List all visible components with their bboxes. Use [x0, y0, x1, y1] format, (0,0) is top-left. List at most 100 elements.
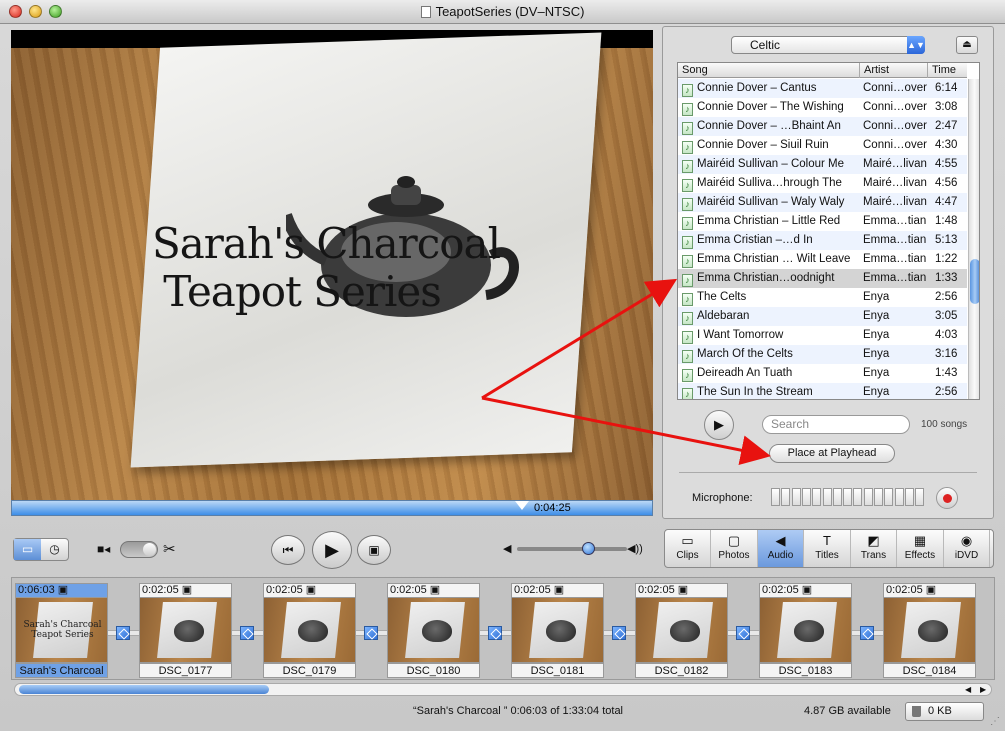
- audio-source-popup[interactable]: Celtic ▲▼: [731, 36, 925, 54]
- titles-icon: T: [823, 533, 831, 548]
- pane-button-trans[interactable]: ◩ Trans: [851, 530, 897, 567]
- scroll-right-arrow-icon[interactable]: ▶: [980, 684, 986, 695]
- camera-edit-mode-switch[interactable]: [120, 541, 158, 558]
- pane-button-label: Trans: [860, 550, 887, 561]
- column-song[interactable]: Song: [678, 63, 860, 78]
- camera-icon: ▣: [429, 584, 441, 596]
- pane-button-photos[interactable]: ▢ Photos: [712, 530, 758, 567]
- clip[interactable]: 0:02:05 ▣ DSC_0182: [635, 583, 728, 678]
- clip[interactable]: 0:06:03 ▣ Sarah's Charcoal Teapot Series S…: [15, 583, 108, 678]
- camera-icon: ▣: [925, 584, 937, 596]
- column-artist[interactable]: Artist: [860, 63, 928, 78]
- song-row[interactable]: ♪ Connie Dover – The Wishing Conni…over 3:0…: [678, 98, 967, 117]
- pane-button-clips[interactable]: ▭ Clips: [665, 530, 711, 567]
- music-note-icon: ♪: [682, 312, 693, 325]
- meter-segment: [771, 488, 780, 506]
- clip-name: DSC_0184: [883, 663, 976, 678]
- music-note-icon: ♪: [682, 350, 693, 363]
- clip-scroll-thumb[interactable]: [19, 685, 269, 694]
- resize-grip-icon[interactable]: ⋰: [990, 716, 1000, 727]
- timeline-view-button[interactable]: ◷: [41, 539, 68, 560]
- clip-duration: 0:02:05 ▣: [759, 583, 852, 597]
- title-line-1: Sarah's Charcoal: [151, 219, 501, 268]
- song-time: 2:56: [935, 386, 958, 398]
- transition-icon[interactable]: [364, 626, 378, 640]
- song-row[interactable]: ♪ Connie Dover – …Bhaint An Conni…over 2:47: [678, 117, 967, 136]
- clip-viewer[interactable]: 0:06:03 ▣ Sarah's Charcoal Teapot Series S…: [11, 577, 995, 680]
- clip[interactable]: 0:02:05 ▣ DSC_0181: [511, 583, 604, 678]
- song-row[interactable]: ♪ Connie Dover – Siuil Ruin Conni…over 4:30: [678, 136, 967, 155]
- song-row[interactable]: ♪ Mairéid Sullivan – Colour Me Mairé…livan…: [678, 155, 967, 174]
- fullscreen-play-icon: ▣: [368, 543, 380, 557]
- clip[interactable]: 0:02:05 ▣ DSC_0180: [387, 583, 480, 678]
- transition-icon[interactable]: [116, 626, 130, 640]
- song-artist: Emma…tian: [863, 253, 927, 265]
- clip[interactable]: 0:02:05 ▣ DSC_0184: [883, 583, 976, 678]
- clip-duration: 0:02:05 ▣: [139, 583, 232, 597]
- song-list-scrollbar[interactable]: [968, 79, 979, 399]
- song-row[interactable]: ♪ Emma Christian…oodnight Emma…tian 1:33: [678, 269, 967, 288]
- song-row[interactable]: ♪ Mairéid Sullivan – Waly Waly Mairé…livan…: [678, 193, 967, 212]
- preview-play-button[interactable]: ▶: [704, 410, 734, 440]
- play-fullscreen-button[interactable]: ▣: [357, 535, 391, 565]
- clip[interactable]: 0:02:05 ▣ DSC_0183: [759, 583, 852, 678]
- music-note-icon: ♪: [682, 217, 693, 230]
- transition-icon[interactable]: [612, 626, 626, 640]
- record-button[interactable]: [936, 487, 958, 509]
- song-row[interactable]: ♪ Emma Christian … Wilt Leave Emma…tian 1:2…: [678, 250, 967, 269]
- trash-size: 0 KB: [928, 705, 952, 717]
- volume-slider[interactable]: [517, 547, 627, 551]
- clip[interactable]: 0:02:05 ▣ DSC_0177: [139, 583, 232, 678]
- song-row[interactable]: ♪ I Want Tomorrow Enya 4:03: [678, 326, 967, 345]
- song-list[interactable]: Song Artist Time ♪ Connie Dover – Cantus C…: [677, 62, 980, 400]
- song-row[interactable]: ♪ Connie Dover – Cantus Conni…over 6:14: [678, 79, 967, 98]
- transitions-icon: ◩: [867, 533, 880, 548]
- song-time: 1:33: [935, 272, 958, 284]
- song-row[interactable]: ♪ Emma Cristian –…d In Emma…tian 5:13: [678, 231, 967, 250]
- eject-button[interactable]: ⏏: [956, 36, 978, 54]
- transition-icon[interactable]: [736, 626, 750, 640]
- meter-segment: [791, 488, 801, 506]
- song-row[interactable]: ♪ Aldebaran Enya 3:05: [678, 307, 967, 326]
- music-note-icon: ♪: [682, 84, 693, 97]
- song-title: ♪ Connie Dover – Siuil Ruin: [682, 136, 860, 155]
- trash-button[interactable]: 0 KB: [905, 702, 984, 721]
- pane-button-effects[interactable]: ▦ Effects: [898, 530, 944, 567]
- photos-icon: ▢: [727, 533, 741, 548]
- clip-duration: 0:02:05 ▣: [511, 583, 604, 597]
- pane-button-titles[interactable]: T Titles: [805, 530, 851, 567]
- song-row[interactable]: ♪ Emma Christian – Little Red Emma…tian 1:4…: [678, 212, 967, 231]
- volume-slider-knob[interactable]: [582, 542, 595, 555]
- rewind-button[interactable]: ⏮: [271, 535, 305, 565]
- pane-button-idvd[interactable]: ◉ iDVD: [944, 530, 990, 567]
- play-button[interactable]: ▶: [312, 531, 352, 569]
- scroll-left-arrow-icon[interactable]: ◀: [965, 684, 971, 695]
- pane-button-label: Audio: [767, 550, 794, 561]
- song-row[interactable]: ♪ The Sun In the Stream Enya 2:56: [678, 383, 967, 399]
- song-row[interactable]: ♪ The Celts Enya 2:56: [678, 288, 967, 307]
- pane-button-audio[interactable]: ◀ Audio: [758, 530, 804, 567]
- camera-icon: ▣: [677, 584, 689, 596]
- transition-icon[interactable]: [860, 626, 874, 640]
- video-viewer[interactable]: Sarah's Charcoal Teapot Series: [11, 30, 653, 500]
- place-at-playhead-button[interactable]: Place at Playhead: [769, 444, 895, 463]
- song-search-input[interactable]: Search: [762, 415, 910, 434]
- clip-view-button[interactable]: ▭: [14, 539, 41, 560]
- song-row[interactable]: ♪ Mairéid Sulliva…hrough The Mairé…livan 4:…: [678, 174, 967, 193]
- song-row[interactable]: ♪ Deireadh An Tuath Enya 1:43: [678, 364, 967, 383]
- close-window-button[interactable]: [9, 5, 22, 18]
- song-artist: Conni…over: [863, 82, 927, 94]
- clip-viewer-scrollbar[interactable]: ◀ ▶: [14, 683, 992, 696]
- transition-icon[interactable]: [488, 626, 502, 640]
- scrubber-bar[interactable]: 0:04:25: [11, 500, 653, 516]
- transition-icon[interactable]: [240, 626, 254, 640]
- song-row[interactable]: ♪ March Of the Celts Enya 3:16: [678, 345, 967, 364]
- volume-low-icon: ◀: [503, 543, 512, 555]
- scroll-thumb[interactable]: [970, 259, 979, 304]
- zoom-window-button[interactable]: [49, 5, 62, 18]
- clip[interactable]: 0:02:05 ▣ DSC_0179: [263, 583, 356, 678]
- column-time[interactable]: Time: [928, 63, 967, 78]
- minimize-window-button[interactable]: [29, 5, 42, 18]
- meter-segment: [915, 488, 925, 506]
- playhead-marker[interactable]: [515, 501, 529, 510]
